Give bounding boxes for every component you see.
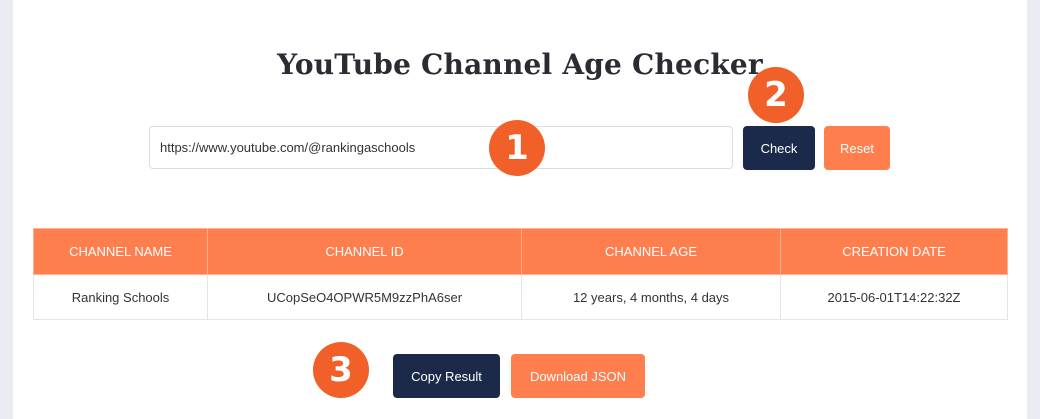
step-badge-2: 2 bbox=[748, 67, 804, 123]
cell-creation-date: 2015-06-01T14:22:32Z bbox=[780, 274, 1008, 320]
header-channel-age: CHANNEL AGE bbox=[521, 228, 781, 275]
channel-url-input[interactable] bbox=[149, 126, 733, 169]
check-button[interactable]: Check bbox=[743, 126, 815, 170]
reset-button[interactable]: Reset bbox=[824, 126, 890, 170]
step-badge-1: 1 bbox=[489, 120, 545, 176]
download-json-button[interactable]: Download JSON bbox=[511, 354, 645, 398]
page-title: YouTube Channel Age Checker bbox=[277, 48, 763, 81]
header-creation-date: CREATION DATE bbox=[780, 228, 1008, 275]
cell-channel-id: UCopSeO4OPWR5M9zzPhA6ser bbox=[207, 274, 522, 320]
step-badge-3: 3 bbox=[313, 342, 369, 398]
copy-result-button[interactable]: Copy Result bbox=[393, 354, 500, 398]
result-table: CHANNEL NAME CHANNEL ID CHANNEL AGE CREA… bbox=[33, 228, 1008, 320]
table-header-row: CHANNEL NAME CHANNEL ID CHANNEL AGE CREA… bbox=[33, 228, 1008, 275]
cell-channel-age: 12 years, 4 months, 4 days bbox=[521, 274, 781, 320]
header-channel-name: CHANNEL NAME bbox=[33, 228, 208, 275]
table-row: Ranking Schools UCopSeO4OPWR5M9zzPhA6ser… bbox=[33, 274, 1008, 320]
header-channel-id: CHANNEL ID bbox=[207, 228, 522, 275]
cell-channel-name: Ranking Schools bbox=[33, 274, 208, 320]
